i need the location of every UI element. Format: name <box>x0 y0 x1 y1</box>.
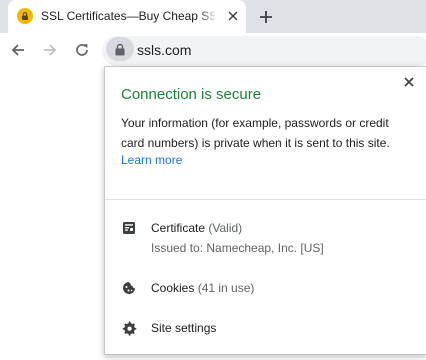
tab-title-fade <box>198 6 218 26</box>
gear-icon <box>121 320 137 336</box>
cookies-count: (41 in use) <box>197 281 255 295</box>
lock-favicon-icon <box>17 8 33 24</box>
certificate-icon <box>121 220 137 236</box>
cookies-row[interactable]: Cookies (41 in use) <box>105 273 426 303</box>
back-arrow-icon[interactable] <box>6 38 30 62</box>
certificate-issued-to: Issued to: Namecheap, Inc. [US] <box>151 241 324 255</box>
close-tab-icon[interactable] <box>225 8 241 24</box>
browser-tab[interactable]: SSL Certificates—Buy Cheap SSL <box>8 0 246 33</box>
connection-description: Your information (for example, passwords… <box>121 116 390 150</box>
certificate-label: Certificate <box>151 221 206 235</box>
tab-title: SSL Certificates—Buy Cheap SSL <box>41 9 215 23</box>
learn-more-link[interactable]: Learn more <box>121 153 182 167</box>
certificate-row[interactable]: Certificate (Valid) Issued to: Namecheap… <box>105 213 426 259</box>
tab-strip: SSL Certificates—Buy Cheap SSL <box>0 0 426 33</box>
cookie-icon <box>121 280 137 296</box>
new-tab-plus-icon[interactable] <box>254 5 278 29</box>
lock-icon[interactable] <box>106 37 134 61</box>
forward-arrow-icon[interactable] <box>38 38 62 62</box>
close-icon[interactable] <box>401 74 417 90</box>
site-settings-label: Site settings <box>151 321 217 335</box>
cookies-label: Cookies <box>151 281 195 295</box>
site-settings-row[interactable]: Site settings <box>105 313 426 343</box>
reload-icon[interactable] <box>70 38 94 62</box>
browser-toolbar <box>0 33 426 68</box>
page-info-popup: Connection is secure Your information (f… <box>104 66 426 355</box>
certificate-status: (Valid) <box>208 221 243 235</box>
connection-status-title: Connection is secure <box>121 86 262 103</box>
divider <box>105 199 426 200</box>
url-text[interactable]: ssls.com <box>137 42 191 58</box>
